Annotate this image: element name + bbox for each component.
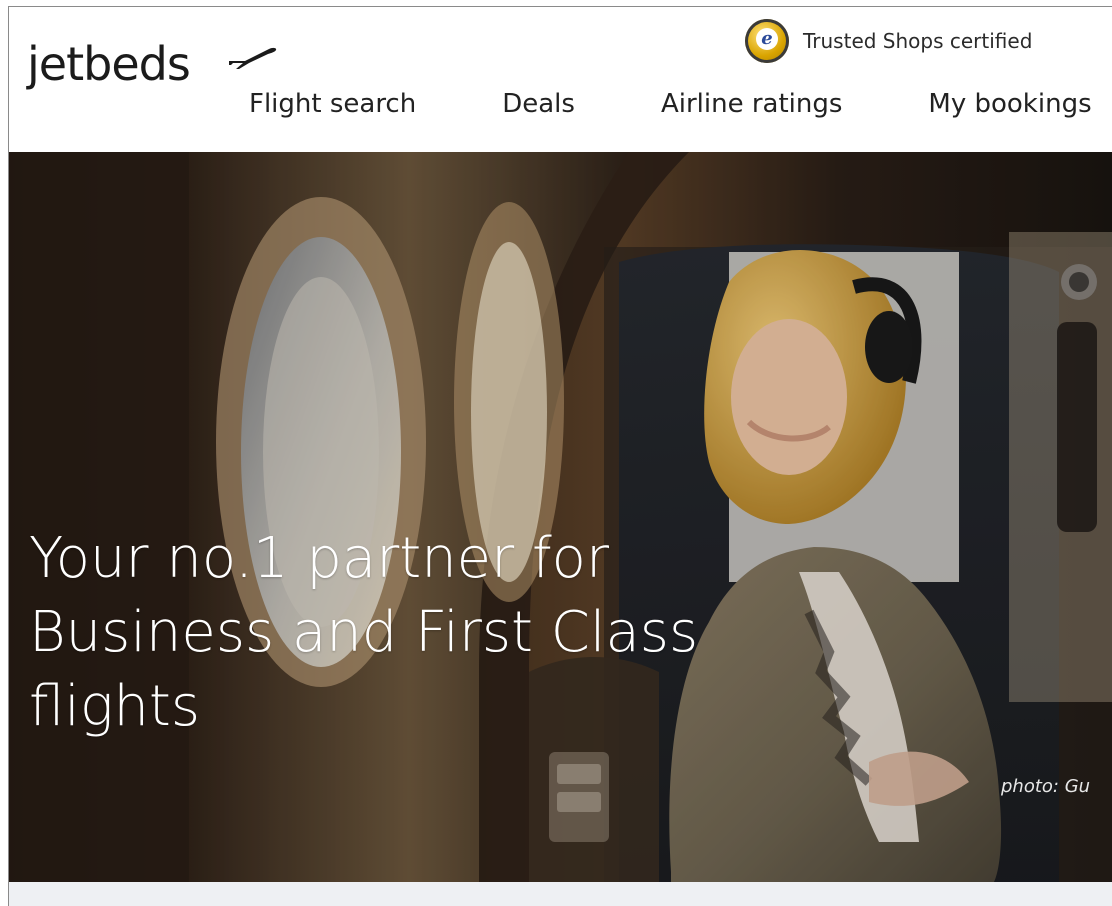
nav-deals[interactable]: Deals (502, 89, 575, 119)
plane-icon (229, 47, 277, 69)
hero-headline-line-3: flights (29, 674, 201, 739)
hero-headline: Your no.1 partner for Business and First… (29, 522, 698, 744)
nav-airline-ratings[interactable]: Airline ratings (661, 89, 842, 119)
logo-text: jetbeds (27, 37, 191, 91)
hero-banner: Your no.1 partner for Business and First… (9, 152, 1112, 882)
trusted-shops-label: Trusted Shops certified (803, 29, 1033, 53)
site-header: jetbeds e Trusted Shops certified Flight… (9, 7, 1112, 152)
nav-my-bookings[interactable]: My bookings (928, 89, 1091, 119)
main-navigation: Flight search Deals Airline ratings My b… (249, 87, 1092, 121)
trusted-shops-seal-letter: e (756, 28, 778, 50)
hero-headline-line-1: Your no.1 partner for (29, 526, 609, 591)
hero-headline-line-2: Business and First Class (29, 600, 699, 665)
trusted-shops-seal-icon: e (745, 19, 789, 63)
trusted-shops-badge[interactable]: e Trusted Shops certified (745, 19, 1032, 63)
nav-flight-search[interactable]: Flight search (249, 89, 416, 119)
jetbeds-logo[interactable]: jetbeds (27, 41, 191, 87)
hero-photo (9, 152, 1112, 882)
page-frame: jetbeds e Trusted Shops certified Flight… (8, 6, 1112, 906)
photo-credit: photo: Gu (1001, 776, 1091, 797)
below-hero-band (9, 882, 1112, 906)
